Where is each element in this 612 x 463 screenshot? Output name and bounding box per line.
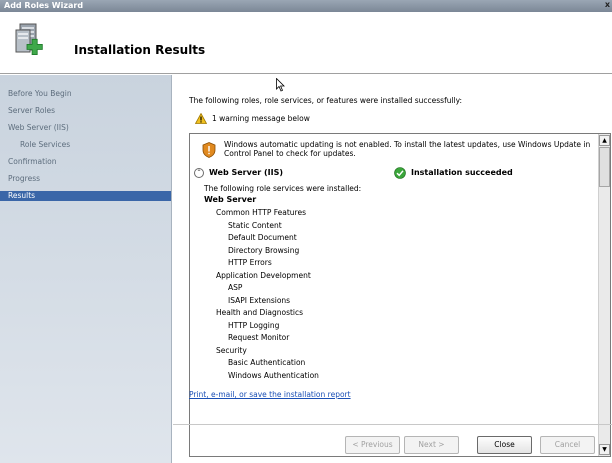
- results-scrollbar[interactable]: ▲ ▼: [598, 134, 610, 456]
- role-title: Web Server (IIS): [209, 168, 284, 177]
- tree-item: ASP: [228, 283, 243, 292]
- tree-item: Static Content: [228, 220, 282, 230]
- tree-item: Basic Authentication: [228, 358, 306, 367]
- cancel-button[interactable]: Cancel: [540, 436, 595, 454]
- status-text: Installation succeeded: [411, 168, 513, 177]
- tree-item: Directory Browsing: [228, 245, 300, 255]
- tree-item: Windows Authentication: [228, 370, 319, 380]
- wizard-sidebar: Before You Begin Server Roles Web Server…: [0, 75, 172, 463]
- sidebar-item-server-roles[interactable]: Server Roles: [8, 106, 55, 115]
- tree-item: Health and Diagnostics: [216, 308, 304, 317]
- sidebar-item-progress[interactable]: Progress: [8, 174, 40, 183]
- window-titlebar: Add Roles Wizard x: [0, 0, 612, 12]
- sidebar-item-confirmation[interactable]: Confirmation: [8, 157, 57, 166]
- results-list[interactable]: Windows automatic updating is not enable…: [189, 133, 611, 457]
- previous-button[interactable]: < Previous: [345, 436, 400, 454]
- warning-summary-row: 1 warning message below: [195, 112, 310, 124]
- warning-summary-text: 1 warning message below: [212, 113, 310, 123]
- scroll-up-button[interactable]: ▲: [599, 135, 610, 146]
- tree-item: Security: [216, 345, 247, 355]
- update-notice-row: Windows automatic updating is not enable…: [202, 140, 594, 164]
- scroll-down-button[interactable]: ▼: [599, 444, 610, 455]
- tree-item: ISAPI Extensions: [228, 295, 291, 305]
- intro-text: The following roles, role services, or f…: [189, 96, 463, 105]
- wizard-header: Installation Results: [0, 12, 612, 74]
- tree-item: Request Monitor: [228, 333, 290, 342]
- shield-warning-icon: [202, 142, 216, 158]
- tree-item: Default Document: [228, 233, 297, 242]
- sidebar-item-role-services[interactable]: Role Services: [20, 140, 70, 149]
- close-button[interactable]: Close: [477, 436, 532, 454]
- sidebar-item-before-you-begin[interactable]: Before You Begin: [8, 89, 72, 98]
- collapse-icon[interactable]: ⌃: [194, 168, 204, 178]
- sidebar-item-web-server-iis[interactable]: Web Server (IIS): [8, 123, 69, 132]
- window-title: Add Roles Wizard: [4, 1, 84, 10]
- warning-icon: [195, 112, 207, 124]
- scroll-thumb[interactable]: [599, 147, 610, 187]
- footer-divider: [173, 424, 612, 425]
- tree-item: HTTP Logging: [228, 320, 280, 330]
- success-check-icon: [394, 167, 406, 179]
- tree-item: Web Server: [204, 195, 257, 204]
- mouse-cursor-icon: [276, 78, 285, 92]
- server-roles-add-icon: [15, 23, 43, 56]
- sidebar-item-results[interactable]: Results: [0, 191, 171, 201]
- window-close-button[interactable]: x: [605, 0, 610, 9]
- update-notice-text: Windows automatic updating is not enable…: [224, 140, 591, 158]
- tree-item: Common HTTP Features: [216, 208, 306, 217]
- page-title: Installation Results: [74, 43, 206, 57]
- main-panel: The following roles, role services, or f…: [173, 75, 612, 463]
- tree-item: HTTP Errors: [228, 258, 272, 267]
- next-button[interactable]: Next >: [404, 436, 459, 454]
- role-result-header: ⌃ Web Server (IIS) Installation succeede…: [194, 166, 598, 180]
- installation-report-link[interactable]: Print, e-mail, or save the installation …: [189, 390, 351, 399]
- installed-intro: The following role services were install…: [204, 184, 362, 193]
- tree-item: Application Development: [216, 270, 311, 280]
